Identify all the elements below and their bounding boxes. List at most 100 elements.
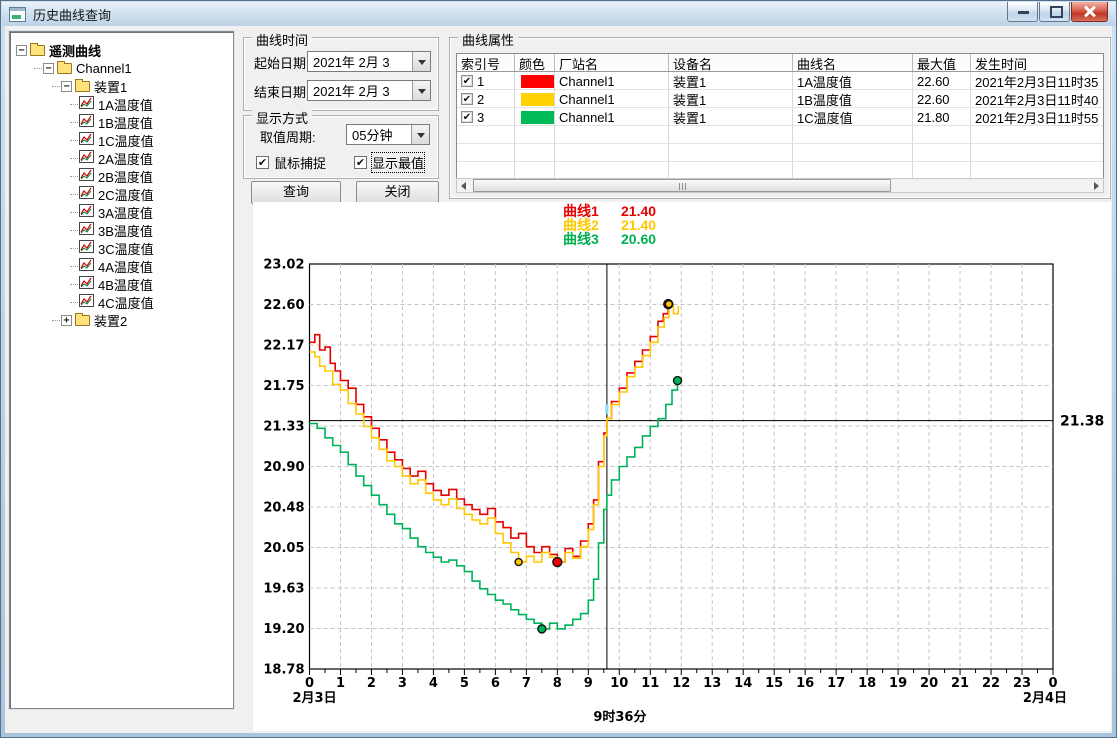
tree-connector: [70, 266, 78, 267]
empty-cell: [555, 162, 669, 179]
color-cell: [515, 108, 555, 125]
y-tick-label: 22.60: [263, 298, 304, 313]
tree-item-label: 1C温度值: [98, 131, 154, 150]
expand-icon[interactable]: +: [61, 315, 72, 326]
collapse-icon[interactable]: −: [16, 45, 27, 56]
x-tick-label: 11: [641, 676, 659, 691]
query-button[interactable]: 查询: [251, 181, 341, 204]
tree-item-Channel1[interactable]: −Channel1: [10, 59, 233, 77]
minimize-button[interactable]: [1007, 2, 1038, 22]
tree-item-4A温度值[interactable]: 4A温度值: [10, 257, 233, 275]
start-date-dropdown-button[interactable]: [412, 52, 430, 71]
chevron-down-icon: [418, 89, 426, 94]
table-row-empty: [457, 144, 1103, 162]
history-curve-chart[interactable]: 23.0222.6022.1721.7521.3320.9020.4820.05…: [253, 202, 1111, 731]
station-cell: Channel1: [555, 90, 669, 107]
tree-item-装置1[interactable]: −装置1: [10, 77, 233, 95]
tree-item-3B温度值[interactable]: 3B温度值: [10, 221, 233, 239]
table-header-row: 索引号颜色厂站名设备名曲线名最大值发生时间: [457, 54, 1103, 72]
scrollbar-thumb[interactable]: [473, 179, 891, 192]
close-dialog-button[interactable]: 关闭: [356, 181, 439, 204]
tree-item-label: 3C温度值: [98, 239, 154, 258]
row-checkbox[interactable]: ✔: [461, 75, 473, 87]
empty-cell: [913, 162, 971, 179]
curve-icon: [79, 222, 94, 238]
curve-properties-group-title: 曲线属性: [458, 30, 518, 49]
empty-cell: [913, 144, 971, 161]
grip-icon: [682, 183, 683, 190]
x-tick-label: 4: [429, 676, 438, 691]
tree-item-装置2[interactable]: +装置2: [10, 311, 233, 329]
x-tick-label: 20: [920, 676, 938, 691]
tree-item-2B温度值[interactable]: 2B温度值: [10, 167, 233, 185]
mouse-capture-checkbox[interactable]: ✔ 鼠标捕捉: [256, 153, 326, 172]
title-bar[interactable]: 历史曲线查询: [2, 2, 1115, 26]
table-row[interactable]: ✔1Channel1装置11A温度值22.602021年2月3日11时35: [457, 72, 1103, 90]
table-row[interactable]: ✔2Channel1装置11B温度值22.602021年2月3日11时40: [457, 90, 1103, 108]
tree-item-4B温度值[interactable]: 4B温度值: [10, 275, 233, 293]
tree-item-3A温度值[interactable]: 3A温度值: [10, 203, 233, 221]
start-date-value: 2021年 2月 3: [308, 52, 412, 71]
empty-cell: [457, 162, 515, 179]
row-checkbox[interactable]: ✔: [461, 111, 473, 123]
tree-item-1A温度值[interactable]: 1A温度值: [10, 95, 233, 113]
scroll-left-button[interactable]: [457, 179, 471, 192]
tree-connector: [70, 248, 78, 249]
tree-connector: [70, 122, 78, 123]
table-horizontal-scrollbar[interactable]: [456, 178, 1104, 193]
x-tick-label: 21: [951, 676, 969, 691]
y-tick-label: 22.17: [263, 339, 304, 354]
end-date-dropdown-button[interactable]: [412, 81, 430, 100]
column-header: 发生时间: [971, 54, 1104, 71]
folder-icon: [57, 63, 72, 74]
date-label-left: 2月3日: [293, 691, 337, 706]
curve-icon: [79, 114, 94, 130]
tree-item-label: 2B温度值: [98, 167, 153, 186]
table-row[interactable]: ✔3Channel1装置11C温度值21.802021年2月3日11时55: [457, 108, 1103, 126]
station-cell: Channel1: [555, 108, 669, 125]
tree-item-1C温度值[interactable]: 1C温度值: [10, 131, 233, 149]
tree-item-1B温度值[interactable]: 1B温度值: [10, 113, 233, 131]
tree-item-4C温度值[interactable]: 4C温度值: [10, 293, 233, 311]
tree-item-label: 2A温度值: [98, 149, 153, 168]
curve-tree[interactable]: −遥测曲线−Channel1−装置11A温度值1B温度值1C温度值2A温度值2B…: [9, 31, 234, 709]
period-combobox[interactable]: 05分钟: [346, 124, 430, 145]
period-dropdown-button[interactable]: [411, 125, 429, 144]
collapse-icon[interactable]: −: [43, 63, 54, 74]
curve-cell: 1B温度值: [793, 90, 913, 107]
tree-item-遥测曲线[interactable]: −遥测曲线: [10, 41, 233, 59]
maximize-icon: [1050, 6, 1063, 18]
curve-time-group-title: 曲线时间: [252, 30, 312, 49]
collapse-icon[interactable]: −: [61, 81, 72, 92]
start-date-combobox[interactable]: 2021年 2月 3: [307, 51, 431, 72]
empty-cell: [555, 144, 669, 161]
show-extremes-checkbox[interactable]: ✔ 显示最值: [354, 153, 424, 172]
curve-icon: [79, 150, 94, 166]
tree-item-label: 3B温度值: [98, 221, 153, 240]
max-cell: 22.60: [913, 90, 971, 107]
end-date-combobox[interactable]: 2021年 2月 3: [307, 80, 431, 101]
empty-cell: [669, 126, 793, 143]
x-tick-label: 18: [858, 676, 876, 691]
row-checkbox[interactable]: ✔: [461, 93, 473, 105]
curve-icon: [79, 186, 94, 202]
tree-item-2C温度值[interactable]: 2C温度值: [10, 185, 233, 203]
x-tick-label: 0: [305, 676, 314, 691]
scroll-right-button[interactable]: [1089, 179, 1103, 192]
index-cell: ✔1: [457, 72, 515, 89]
device-cell: 装置1: [669, 72, 793, 89]
maximize-button[interactable]: [1039, 2, 1070, 22]
x-tick-label: 8: [553, 676, 562, 691]
curve-icon: [79, 96, 94, 112]
close-button[interactable]: [1071, 2, 1108, 22]
tree-connector: [34, 68, 42, 69]
x-tick-label: 9: [584, 676, 593, 691]
x-tick-label: 22: [982, 676, 1000, 691]
tree-item-2A温度值[interactable]: 2A温度值: [10, 149, 233, 167]
window-title: 历史曲线查询: [33, 5, 111, 24]
tree-item-3C温度值[interactable]: 3C温度值: [10, 239, 233, 257]
mouse-capture-label: 鼠标捕捉: [274, 153, 326, 172]
time-cell: 2021年2月3日11时35: [971, 72, 1104, 89]
curve-properties-table[interactable]: 索引号颜色厂站名设备名曲线名最大值发生时间✔1Channel1装置11A温度值2…: [456, 53, 1104, 180]
time-cell: 2021年2月3日11时55: [971, 108, 1104, 125]
